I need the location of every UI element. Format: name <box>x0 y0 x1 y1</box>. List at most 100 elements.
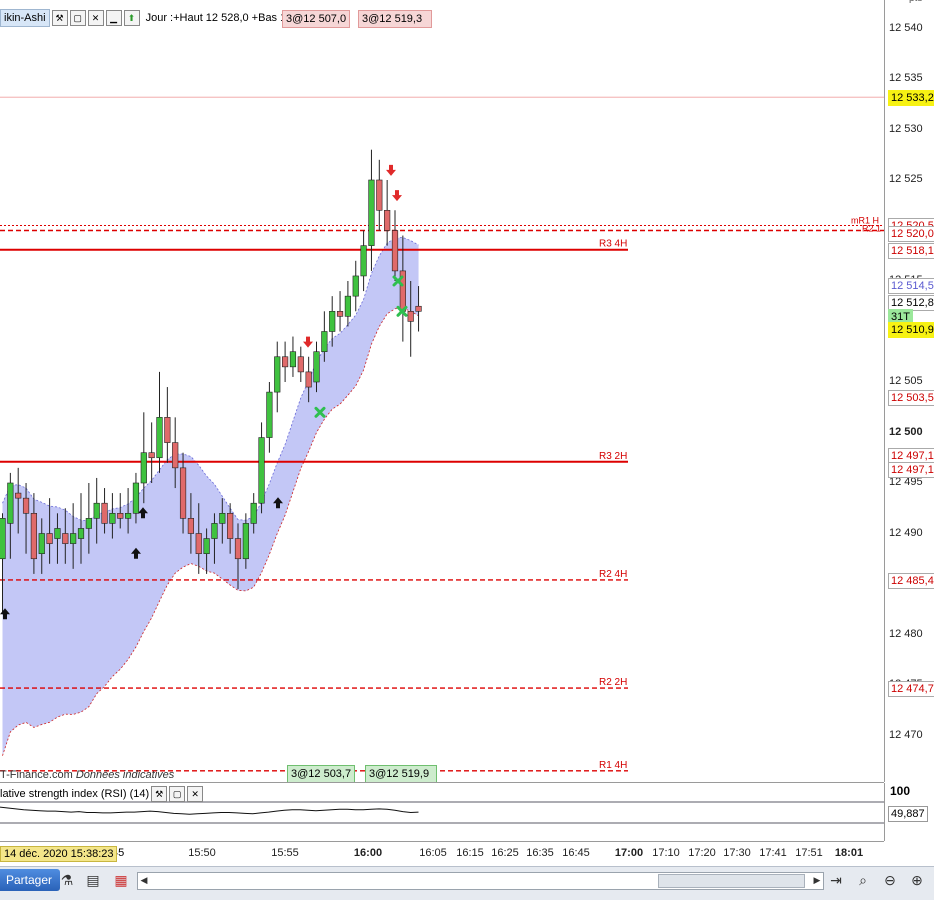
y-tick-label: 12 530 <box>889 122 923 135</box>
watermark-note: Données indicatives <box>75 769 175 781</box>
candle-body <box>15 492 22 499</box>
rsi-current-value: 49,887 <box>888 806 928 822</box>
order-tag-bottom-1[interactable]: 3@12 503,7 <box>287 765 356 782</box>
horizontal-scrollbar[interactable]: ◀ ▶ <box>137 872 824 890</box>
template-icon[interactable]: ▤ <box>84 871 102 889</box>
minimize-icon[interactable]: ▁ <box>105 10 122 26</box>
wrench-icon[interactable]: ⚒ <box>51 10 68 26</box>
order-tag-top-1[interactable]: 3@12 507,0 <box>282 10 351 28</box>
watermark-brand: T-Finance.com <box>0 769 73 781</box>
indicator-icon[interactable]: ⚗ <box>58 871 76 889</box>
x-tick-label: 17:00 <box>614 847 644 859</box>
candle-body <box>148 452 155 459</box>
moving-average-band <box>2 237 419 756</box>
watermark: T-Finance.com Données indicatives <box>0 769 174 781</box>
x-tick-label: 15:55 <box>271 847 299 859</box>
price-badge: 12 497,1 <box>888 461 934 478</box>
x-tick-label: 16:25 <box>491 847 519 859</box>
maximize-icon[interactable]: ▢ <box>69 10 86 26</box>
candle-body <box>266 391 273 438</box>
fit-zoom-icon[interactable]: ⌕ <box>854 871 872 889</box>
candle-body <box>125 512 132 519</box>
candle-body <box>344 295 352 317</box>
candle-body <box>313 351 320 383</box>
candle-body <box>140 452 147 484</box>
x-tick-label: 17:20 <box>688 847 716 859</box>
x-tick-label: 16:45 <box>562 847 590 859</box>
level-label-r2: R2 1 <box>862 223 881 233</box>
candle-body <box>54 528 61 539</box>
candle-body <box>384 210 391 231</box>
candle-body <box>281 356 289 368</box>
chart-header: ikin-Ashi ⚒ ▢ ✕ ▁ ⬆ Jour :+Haut 12 528,0… <box>0 9 323 27</box>
candle-body <box>38 533 45 555</box>
candle-body <box>329 310 336 332</box>
chart-type-icon[interactable]: ▦ <box>112 871 130 889</box>
sell-arrow-icon <box>303 336 313 348</box>
y-tick-label: 12 540 <box>889 21 923 34</box>
share-button-label: Partager <box>6 873 53 887</box>
candle-body <box>93 502 100 519</box>
cursor-date: 14 déc. 2020 15:38:23 <box>0 846 118 862</box>
candle-body <box>172 442 179 469</box>
sell-arrow-icon <box>386 164 396 176</box>
candle-body <box>391 230 399 272</box>
x-tick-label: 16:35 <box>526 847 554 859</box>
maximize-icon[interactable]: ▢ <box>169 786 186 802</box>
candle-body <box>156 417 163 459</box>
x-tick-label: 17:51 <box>795 847 823 859</box>
y-tick-label: 12 525 <box>889 173 923 185</box>
price-badge: 12 510,9 <box>888 322 934 339</box>
price-badge: 12 533,2 <box>888 90 934 107</box>
x-tick-label: 16:00 <box>353 847 383 859</box>
candle-body <box>7 482 14 524</box>
candle-body <box>250 502 257 524</box>
candle-body <box>132 482 140 514</box>
share-button[interactable]: Partager <box>0 869 61 891</box>
price-chart-svg[interactable]: R3 4HR3 2HR2 4HR2 2HR1 4HmR1 HR2 1 <box>0 0 884 782</box>
level-label: R2 2H <box>599 677 627 688</box>
candle-body <box>164 417 171 443</box>
order-tag-top-2[interactable]: 3@12 519,3 <box>358 10 432 28</box>
candle-body <box>101 502 108 524</box>
candle-body <box>407 310 414 322</box>
rsi-title[interactable]: lative strength index (RSI) (14) <box>0 788 150 800</box>
candle-body <box>227 512 234 539</box>
order-tag-bottom-2[interactable]: 3@12 519,9 <box>365 765 437 782</box>
close-icon[interactable]: ✕ <box>187 786 204 802</box>
scroll-right-icon[interactable]: ▶ <box>811 873 823 887</box>
wrench-icon[interactable]: ⚒ <box>151 786 168 802</box>
candle-body <box>30 512 38 560</box>
candle-body <box>360 245 367 277</box>
zoom-in-icon[interactable]: ⊕ <box>908 871 926 889</box>
rsi-line <box>0 806 419 815</box>
right-end-icon[interactable]: ⇥ <box>827 871 845 889</box>
close-icon[interactable]: ✕ <box>87 10 104 26</box>
candle-body <box>22 497 30 514</box>
price-badge: 12 503,5 <box>888 390 934 407</box>
price-badge: 12 485,4 <box>888 572 934 589</box>
rsi-header: lative strength index (RSI) (14) ⚒ ▢ ✕ <box>0 786 204 802</box>
scroll-left-icon[interactable]: ◀ <box>138 873 150 887</box>
price-chart-panel[interactable]: R3 4H R3 2H R2 4H R2 2H R1 4H mR1 H R2 1 ikin-… <box>0 0 884 783</box>
candle-body <box>242 523 249 560</box>
rsi-panel[interactable]: lative strength index (RSI) (14) ⚒ ▢ ✕ <box>0 783 884 842</box>
price-badge: 12 514,5 <box>888 278 934 295</box>
level-label: R3 2H <box>599 451 627 462</box>
arrow-up-icon[interactable]: ⬆ <box>123 10 140 26</box>
y-tick-label: 12 535 <box>889 72 923 84</box>
candle-body <box>0 518 6 560</box>
candle-body <box>211 523 218 539</box>
candle-body <box>187 518 195 534</box>
candle-body <box>321 331 328 353</box>
time-axis[interactable]: 15:50 15:55 16:00 16:05 16:15 16:25 16:35 16:45… <box>0 842 934 866</box>
candle-body <box>234 538 242 560</box>
candle-body <box>376 179 383 211</box>
candle-body <box>85 518 92 529</box>
scroll-thumb[interactable] <box>658 874 805 888</box>
price-axis[interactable]: 12 54012 53512 53012 52512 52012 51512 5… <box>884 0 934 782</box>
zoom-out-icon[interactable]: ⊖ <box>881 871 899 889</box>
instrument-label[interactable]: ikin-Ashi <box>0 9 50 27</box>
candle-body <box>258 437 265 504</box>
x-tick-label: 16:15 <box>456 847 484 859</box>
